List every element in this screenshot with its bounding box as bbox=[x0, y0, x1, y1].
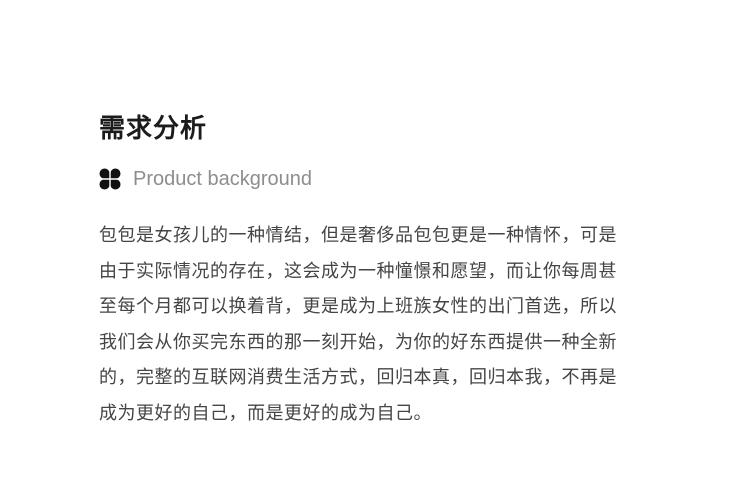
paragraph-line: 至每个月都可以换着背，更是成为上班族女性的出门首选，所以 bbox=[99, 296, 617, 317]
clover-icon bbox=[99, 168, 121, 190]
paragraph-line: 我们会从你买完东西的那一刻开始，为你的好东西提供一种全新 bbox=[99, 331, 617, 353]
paragraph-line: 成为更好的自己，而是更好的成为自己。 bbox=[99, 402, 432, 424]
section-title: 需求分析 bbox=[99, 114, 208, 144]
description-paragraph: 包包是女孩儿的一种情结，但是奢侈品包包更是一种情怀，可是 由于实际情况的存在，这… bbox=[99, 218, 669, 431]
paragraph-line: 由于实际情况的存在，这会成为一种憧憬和愿望，而让你每周甚 bbox=[99, 260, 617, 282]
page: 需求分析 Product background 包包是女孩儿的一种情结，但是奢侈… bbox=[0, 0, 750, 494]
paragraph-line: 包包是女孩儿的一种情结，但是奢侈品包包更是一种情怀，可是 bbox=[99, 225, 617, 246]
requirements-section: 需求分析 Product background 包包是女孩儿的一种情结，但是奢侈… bbox=[99, 111, 669, 431]
paragraph-line: 的，完整的互联网消费生活方式，回归本真，回归本我，不再是 bbox=[99, 367, 617, 388]
subtitle-row: Product background bbox=[99, 167, 669, 191]
section-subtitle: Product background bbox=[133, 168, 313, 190]
